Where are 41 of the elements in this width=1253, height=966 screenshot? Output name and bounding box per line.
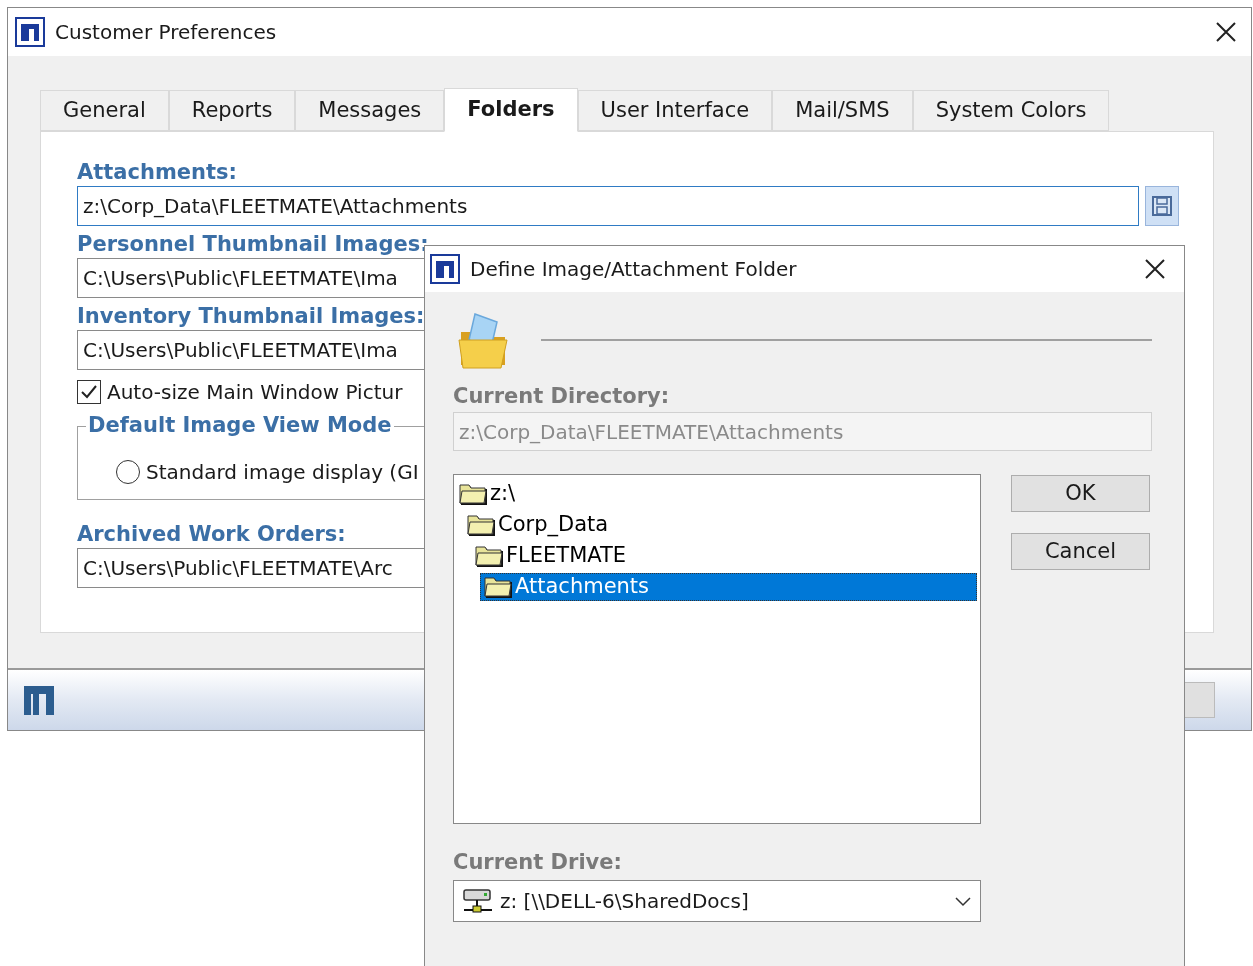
current-directory-field: z:\Corp_Data\FLEETMATE\Attachments (453, 412, 1152, 451)
folder-icon (475, 543, 505, 568)
tab[interactable]: Messages (295, 90, 445, 131)
folder-icon (459, 481, 489, 506)
tree-item[interactable]: Attachments (480, 572, 977, 601)
tree-item[interactable]: Corp_Data (464, 510, 977, 539)
current-drive-label: Current Drive: (453, 849, 623, 876)
chevron-down-icon (954, 895, 972, 907)
checkbox-label: Auto-size Main Window Pictur (107, 379, 403, 406)
field-label: Attachments: (77, 159, 237, 186)
folder-icon (467, 512, 497, 537)
tab[interactable]: Folders (444, 88, 578, 132)
radio-label: Standard image display (GI (146, 459, 419, 486)
close-icon[interactable] (1144, 258, 1166, 280)
checkbox[interactable] (77, 380, 101, 404)
dialog-button[interactable]: Cancel (1011, 533, 1150, 570)
tree-item[interactable]: z:\ (456, 479, 977, 508)
tab[interactable]: System Colors (912, 90, 1110, 131)
browse-button[interactable] (1145, 186, 1179, 226)
field-label: Inventory Thumbnail Images: (77, 303, 425, 330)
path-field[interactable]: z:\Corp_Data\FLEETMATE\Attachments (77, 186, 1139, 226)
field-label: Personnel Thumbnail Images: (77, 231, 429, 258)
current-directory-label: Current Directory: (453, 383, 671, 410)
tab[interactable]: Reports (168, 90, 296, 131)
drive-value: z: [\\DELL-6\SharedDocs] (500, 888, 750, 915)
tab[interactable]: User Interface (577, 90, 773, 131)
field-label: Archived Work Orders: (77, 521, 346, 548)
dialog-button[interactable]: OK (1011, 475, 1150, 512)
window-title: Customer Preferences (55, 19, 278, 46)
tab[interactable]: General (40, 90, 169, 131)
checkmark-icon (80, 383, 98, 401)
app-logo-icon (22, 683, 56, 717)
dialog-title: Define Image/Attachment Folder (470, 256, 798, 283)
app-logo-icon (15, 17, 45, 47)
radio-button[interactable] (116, 460, 140, 484)
tab[interactable]: Mail/SMS (772, 90, 913, 131)
tree-item[interactable]: FLEETMATE (472, 541, 977, 570)
close-icon[interactable] (1215, 21, 1237, 43)
folder-icon (484, 574, 514, 599)
app-logo-icon (430, 254, 460, 284)
drive-dropdown[interactable]: z: [\\DELL-6\SharedDocs] (453, 880, 981, 922)
